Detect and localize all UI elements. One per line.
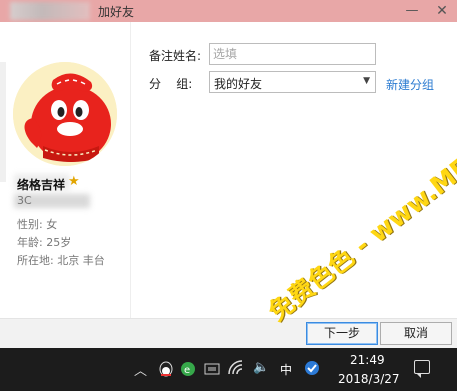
nickname: 络格吉祥 [17, 178, 66, 192]
ime-indicator[interactable]: 中 [280, 361, 292, 378]
group-selected-value: 我的好友 [214, 77, 263, 91]
cancel-button[interactable]: 取消 [380, 322, 452, 345]
qq-penguin-icon [13, 62, 117, 166]
volume-icon[interactable]: 🔈 [253, 360, 269, 375]
location-info: 所在地: 北京 丰台 [17, 254, 105, 267]
new-group-link[interactable]: 新建分组 [386, 76, 434, 93]
group-select[interactable]: 我的好友 ▼ [209, 71, 376, 93]
clock-date[interactable]: 2018/3/27 [338, 372, 400, 386]
app-tray-icon[interactable] [304, 360, 320, 376]
clock-time[interactable]: 21:49 [350, 353, 385, 367]
background-window-edge [0, 62, 6, 182]
title-bar[interactable]: 加好友 — ✕ [0, 0, 457, 22]
minimize-button[interactable]: — [398, 0, 426, 22]
star-icon: ★ [68, 174, 80, 189]
network-icon[interactable] [204, 361, 220, 377]
add-friend-window: 加好友 — ✕ 络格吉祥 ★ 3C 性别: 女 年龄: 25岁 所在地: 北京 … [0, 0, 457, 349]
qq-tray-icon[interactable] [158, 360, 174, 378]
remark-label: 备注姓名: [149, 49, 202, 63]
remark-input[interactable] [213, 45, 373, 63]
chevron-up-icon[interactable]: ︿ [134, 360, 147, 379]
taskbar: ︿ e 🔈 中 21:49 2018/3/27 [0, 348, 457, 391]
browser-icon[interactable]: e [180, 361, 196, 377]
notification-icon[interactable] [414, 360, 430, 378]
title-blurred-icon [10, 2, 90, 20]
qq-number: 3C [17, 194, 32, 207]
wifi-icon[interactable] [228, 360, 244, 376]
chevron-down-icon: ▼ [363, 76, 370, 86]
svg-text:e: e [184, 365, 190, 376]
next-button[interactable]: 下一步 [306, 322, 378, 345]
gender-info: 性别: 女 [17, 218, 58, 231]
remark-field-box[interactable] [209, 43, 376, 65]
close-button[interactable]: ✕ [428, 0, 456, 22]
avatar[interactable] [13, 62, 117, 166]
window-title: 加好友 [98, 5, 135, 19]
profile-panel: 络格吉祥 ★ 3C 性别: 女 年龄: 25岁 所在地: 北京 丰台 [0, 22, 131, 318]
age-info: 年龄: 25岁 [17, 236, 72, 249]
group-label: 分 组: [149, 77, 193, 91]
